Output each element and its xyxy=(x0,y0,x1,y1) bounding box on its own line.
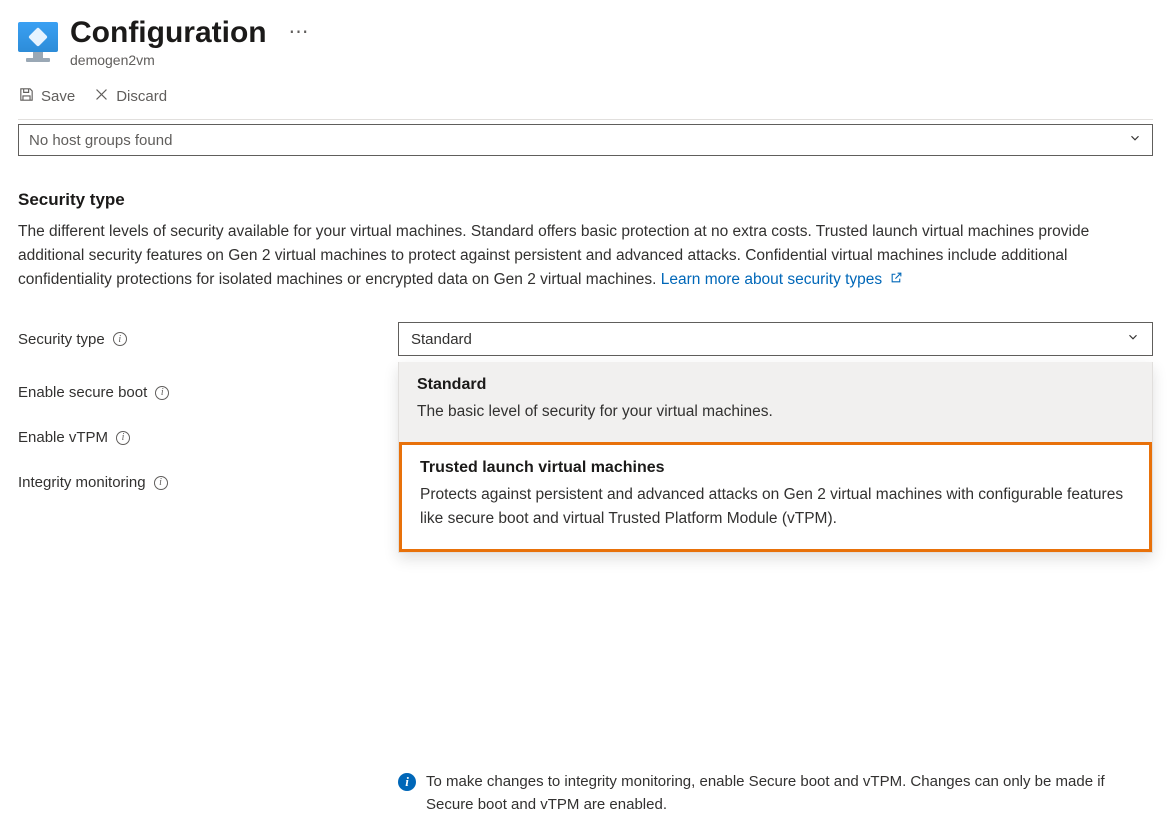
info-icon[interactable]: i xyxy=(116,431,130,445)
option-trusted-desc: Protects against persistent and advanced… xyxy=(420,483,1131,531)
save-button[interactable]: Save xyxy=(18,86,75,107)
option-trusted-title: Trusted launch virtual machines xyxy=(420,459,1131,477)
security-type-dropdown[interactable]: Standard xyxy=(398,322,1153,356)
more-actions-button[interactable]: ⋯ xyxy=(289,21,309,43)
save-icon xyxy=(18,86,35,107)
option-standard-desc: The basic level of security for your vir… xyxy=(417,400,1134,424)
enable-vtpm-label: Enable vTPM xyxy=(18,429,108,446)
security-type-description: The different levels of security availab… xyxy=(18,220,1153,292)
learn-more-link[interactable]: Learn more about security types xyxy=(661,271,904,288)
external-link-icon xyxy=(890,268,903,292)
option-standard[interactable]: Standard The basic level of security for… xyxy=(399,362,1152,442)
info-icon[interactable]: i xyxy=(113,332,127,346)
host-group-dropdown[interactable]: No host groups found xyxy=(18,124,1153,156)
resource-name: demogen2vm xyxy=(70,52,1153,68)
chevron-down-icon xyxy=(1128,131,1142,149)
discard-label: Discard xyxy=(116,88,167,105)
security-type-label: Security type xyxy=(18,331,105,348)
page-title: Configuration xyxy=(70,16,267,50)
option-trusted-launch[interactable]: Trusted launch virtual machines Protects… xyxy=(399,442,1152,552)
integrity-info-text: To make changes to integrity monitoring,… xyxy=(426,771,1153,816)
vm-resource-icon xyxy=(18,22,58,62)
security-type-options-list: Standard The basic level of security for… xyxy=(398,362,1153,553)
info-icon[interactable]: i xyxy=(155,386,169,400)
info-icon: i xyxy=(398,773,416,791)
chevron-down-icon xyxy=(1126,330,1140,348)
save-label: Save xyxy=(41,88,75,105)
option-standard-title: Standard xyxy=(417,376,1134,394)
security-type-heading: Security type xyxy=(18,190,1153,210)
discard-button[interactable]: Discard xyxy=(93,86,167,107)
security-type-selected: Standard xyxy=(411,331,472,348)
enable-secure-boot-label: Enable secure boot xyxy=(18,384,147,401)
command-bar: Save Discard xyxy=(18,86,1153,117)
host-group-value: No host groups found xyxy=(29,132,172,149)
close-icon xyxy=(93,86,110,107)
info-icon[interactable]: i xyxy=(154,476,168,490)
integrity-monitoring-label: Integrity monitoring xyxy=(18,474,146,491)
